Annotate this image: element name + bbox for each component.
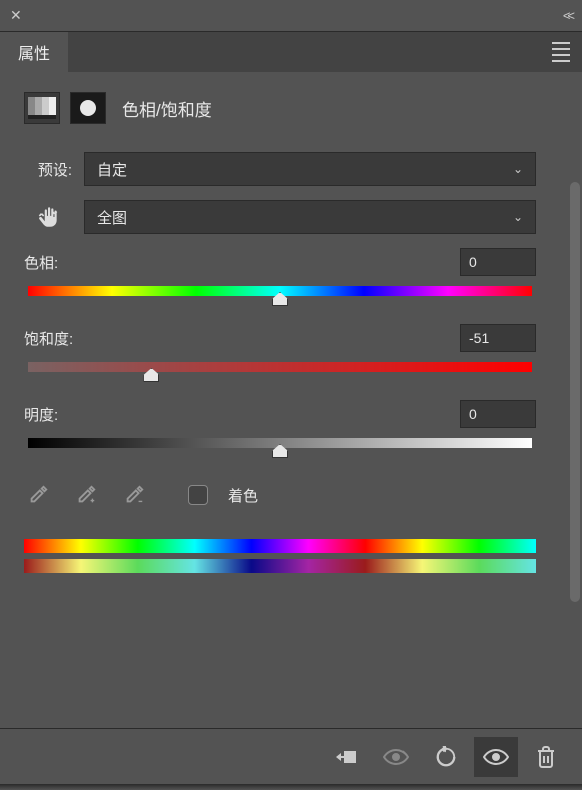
close-icon[interactable]: ✕ <box>10 7 22 24</box>
view-previous-icon[interactable] <box>374 737 418 777</box>
panel-title: 色相/饱和度 <box>122 96 212 121</box>
colorize-label: 着色 <box>228 485 258 506</box>
preset-dropdown[interactable]: 自定 ⌄ <box>84 152 536 186</box>
hue-value-input[interactable]: 0 <box>460 248 536 276</box>
lightness-value-input[interactable]: 0 <box>460 400 536 428</box>
preset-label: 预设: <box>24 159 72 180</box>
eyedropper-icon[interactable] <box>24 481 52 509</box>
output-color-bar <box>24 559 536 573</box>
reset-icon[interactable] <box>424 737 468 777</box>
channel-dropdown[interactable]: 全图 ⌄ <box>84 200 536 234</box>
toggle-visibility-icon[interactable] <box>474 737 518 777</box>
input-color-bar <box>24 539 536 553</box>
lightness-label: 明度: <box>24 404 58 425</box>
hue-label: 色相: <box>24 252 58 273</box>
clip-to-layer-icon[interactable] <box>324 737 368 777</box>
layer-mask-icon[interactable] <box>70 92 106 124</box>
adjustment-type-icon <box>24 92 60 124</box>
panel-menu-icon[interactable] <box>540 32 582 72</box>
eyedropper-subtract-icon[interactable] <box>120 481 148 509</box>
preset-value: 自定 <box>97 159 127 180</box>
collapse-icon[interactable]: << <box>563 8 572 23</box>
tab-properties[interactable]: 属性 <box>0 32 68 72</box>
chevron-down-icon: ⌄ <box>513 162 523 176</box>
eyedropper-add-icon[interactable] <box>72 481 100 509</box>
chevron-down-icon: ⌄ <box>513 210 523 224</box>
saturation-slider[interactable] <box>28 362 532 380</box>
colorize-checkbox[interactable] <box>188 485 208 505</box>
saturation-value-input[interactable]: -51 <box>460 324 536 352</box>
tabbar-spacer <box>68 32 540 72</box>
saturation-label: 饱和度: <box>24 328 73 349</box>
scrollbar[interactable] <box>570 182 580 602</box>
delete-icon[interactable] <box>524 737 568 777</box>
channel-value: 全图 <box>97 207 127 228</box>
lightness-slider[interactable] <box>28 438 532 456</box>
hue-slider[interactable] <box>28 286 532 304</box>
shadow-divider <box>0 784 582 790</box>
targeted-adjustment-icon[interactable] <box>24 204 72 230</box>
